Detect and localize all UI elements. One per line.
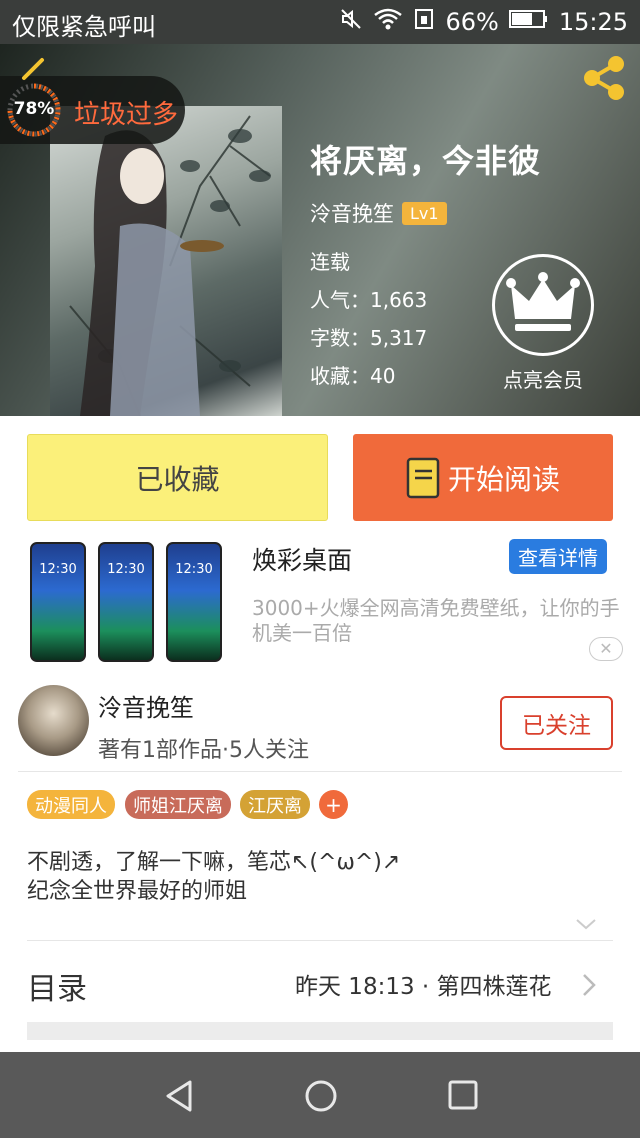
sim-icon bbox=[413, 7, 435, 37]
ad-title[interactable]: 焕彩桌面 bbox=[252, 541, 352, 577]
clock-time: 15:25 bbox=[558, 8, 628, 36]
book-title: 将厌离，今非彼 bbox=[310, 142, 542, 180]
mute-icon bbox=[339, 7, 363, 37]
book-description: 不剧透，了解一下嘛，笔芯↖(^ω^)↗ 纪念全世界最好的师姐 bbox=[27, 848, 400, 906]
close-icon[interactable]: ✕ bbox=[589, 637, 623, 661]
favorites-stat: 收藏：40 bbox=[310, 364, 396, 388]
garbage-label: 垃圾过多 bbox=[74, 100, 179, 130]
nav-back-icon[interactable] bbox=[162, 1078, 196, 1114]
battery-percent: 66% bbox=[445, 8, 499, 36]
divider bbox=[27, 940, 613, 941]
avatar[interactable] bbox=[18, 685, 89, 756]
ad-description: 3000+火爆全网高清免费壁纸，让你的手机美一百倍 bbox=[252, 596, 620, 645]
system-nav-bar bbox=[0, 1052, 640, 1138]
garbage-percent: 78% bbox=[13, 99, 55, 119]
status-bar: 仅限紧急呼叫 66% 15:25 bbox=[0, 0, 640, 44]
ad-phone-time: 12:30 bbox=[107, 562, 145, 577]
following-button[interactable]: 已关注 bbox=[500, 696, 613, 750]
tag-senior-sister[interactable]: 师姐江厌离 bbox=[125, 790, 231, 819]
vip-label: 点亮会员 bbox=[503, 368, 583, 392]
description-line: 不剧透，了解一下嘛，笔芯↖(^ω^)↗ bbox=[27, 850, 401, 875]
ad-phone-time: 12:30 bbox=[175, 562, 213, 577]
popularity-stat: 人气：1,663 bbox=[310, 288, 428, 312]
ad-image[interactable]: 12:30 12:30 12:30 bbox=[18, 538, 234, 668]
book-author[interactable]: 泠音挽笙 bbox=[310, 198, 394, 228]
ad-details-button[interactable]: 查看详情 bbox=[509, 539, 607, 574]
vip-button[interactable] bbox=[492, 254, 594, 356]
word-count-stat: 字数：5,317 bbox=[310, 326, 428, 350]
tag-anime-fanfic[interactable]: 动漫同人 bbox=[27, 790, 115, 819]
tag-jiang-yanli[interactable]: 江厌离 bbox=[240, 790, 310, 819]
back-icon[interactable] bbox=[18, 56, 48, 86]
divider bbox=[18, 771, 622, 772]
start-reading-label: 开始阅读 bbox=[447, 462, 560, 496]
level-badge: Lv1 bbox=[402, 201, 447, 225]
share-icon[interactable] bbox=[578, 52, 630, 104]
nav-recents-icon[interactable] bbox=[446, 1078, 480, 1112]
emergency-call-text: 仅限紧急呼叫 bbox=[12, 13, 156, 41]
chevron-right-icon[interactable] bbox=[580, 972, 598, 998]
latest-chapter[interactable]: 昨天 18:13 · 第四株莲花 bbox=[295, 967, 552, 1001]
book-cover bbox=[50, 106, 282, 416]
start-reading-button[interactable]: 开始阅读 bbox=[353, 434, 613, 521]
crown-icon bbox=[506, 272, 580, 331]
book-author-row: 泠音挽笙 Lv1 bbox=[310, 198, 447, 228]
author-info: 著有1部作品·5人关注 bbox=[98, 738, 309, 763]
ad-phone-time: 12:30 bbox=[39, 562, 77, 577]
chevron-down-icon[interactable] bbox=[574, 912, 598, 936]
battery-icon bbox=[508, 8, 549, 36]
author-name[interactable]: 泠音挽笙 bbox=[98, 688, 194, 723]
nav-home-icon[interactable] bbox=[303, 1078, 339, 1114]
description-line: 纪念全世界最好的师姐 bbox=[27, 879, 248, 904]
favorited-button[interactable]: 已收藏 bbox=[27, 434, 328, 521]
section-strip bbox=[27, 1022, 613, 1040]
toc-label[interactable]: 目录 bbox=[27, 964, 87, 1008]
book-icon bbox=[406, 457, 440, 498]
wifi-icon bbox=[373, 7, 403, 37]
serial-status: 连载 bbox=[310, 250, 350, 274]
add-tag-button[interactable]: + bbox=[319, 790, 348, 819]
